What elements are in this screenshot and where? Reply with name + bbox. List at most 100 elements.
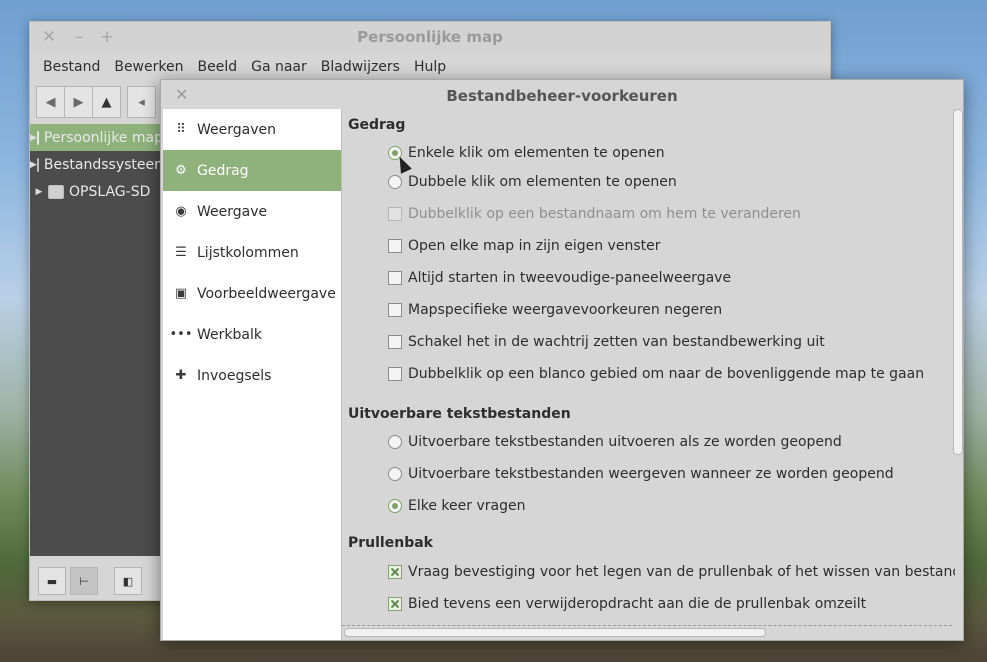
path-left-button[interactable]: ◂ <box>127 86 156 118</box>
option-label: Uitvoerbare tekstbestanden uitvoeren als… <box>408 434 842 450</box>
sidebar-item-sd[interactable]: ▶ OPSLAG-SD <box>30 178 162 205</box>
option-label: Vraag bevestiging voor het legen van de … <box>408 564 955 580</box>
nav-weergave[interactable]: ◉ Weergave <box>163 191 341 232</box>
option-label: Open elke map in zijn eigen venster <box>408 238 661 254</box>
grid-icon: ⠿ <box>176 122 186 137</box>
option-label: Uitvoerbare tekstbestanden weergeven wan… <box>408 466 894 482</box>
sidebar-item-label: Persoonlijke map <box>43 129 162 146</box>
check-ignore-view-prefs[interactable]: Mapspecifieke weergavevoorkeuren negeren <box>388 302 722 318</box>
nav-weergaven[interactable]: ⠿ Weergaven <box>163 109 341 150</box>
arrow-left-icon: ◀ <box>45 94 56 110</box>
nav-gedrag[interactable]: ⚙ Gedrag <box>163 150 341 191</box>
sidebar-item-home[interactable]: ▶ Persoonlijke map <box>30 124 162 151</box>
nav-label: Voorbeeldweergave <box>197 285 336 302</box>
nav-label: Weergaven <box>197 121 276 138</box>
menu-ga-naar[interactable]: Ga naar <box>244 59 314 75</box>
nav-invoegsels[interactable]: ✚ Invoegsels <box>163 355 341 396</box>
sidebar-item-label: OPSLAG-SD <box>69 183 151 200</box>
menu-bestand[interactable]: Bestand <box>36 59 107 75</box>
tree-icon: ⊢ <box>79 574 89 588</box>
nav-voorbeeldweergave[interactable]: ▣ Voorbeeldweergave <box>163 273 341 314</box>
nav-label: Weergave <box>197 203 268 220</box>
arrow-up-icon: ▲ <box>101 94 112 110</box>
expander-icon[interactable]: ▶ <box>30 187 48 197</box>
scroll-thumb[interactable] <box>344 628 766 637</box>
menu-bewerken[interactable]: Bewerken <box>107 59 190 75</box>
forward-button[interactable]: ▶ <box>65 86 93 118</box>
fm-bottom-bar: ▬ ⊢ ◧ <box>30 562 170 600</box>
menu-beeld[interactable]: Beeld <box>190 59 244 75</box>
option-label: Enkele klik om elementen te openen <box>408 145 665 161</box>
up-button[interactable]: ▲ <box>93 86 121 118</box>
check-confirm-empty-trash[interactable]: Vraag bevestiging voor het legen van de … <box>388 564 955 580</box>
radio-button[interactable] <box>388 499 402 513</box>
window-title: Persoonlijke map <box>357 28 503 46</box>
hide-sidebar-button[interactable]: ◧ <box>114 567 142 595</box>
expander-icon[interactable]: ▶ <box>30 133 37 143</box>
preferences-dialog: ✕ Bestandbeheer-voorkeuren ⠿ Weergaven ⚙… <box>160 79 964 641</box>
sd-card-icon <box>48 184 64 199</box>
section-title-prullenbak: Prullenbak <box>348 535 433 551</box>
checkbox[interactable] <box>388 239 402 253</box>
section-title-uitvoerbaar: Uitvoerbare tekstbestanden <box>348 406 571 422</box>
radio-ask-each-time[interactable]: Elke keer vragen <box>388 498 525 514</box>
fm-toolbar: ◀ ▶ ▲ ◂ <box>36 86 156 118</box>
check-dual-pane[interactable]: Altijd starten in tweevoudige-paneelweer… <box>388 270 731 286</box>
preferences-nav: ⠿ Weergaven ⚙ Gedrag ◉ Weergave ☰ Lijstk… <box>163 109 341 640</box>
checkbox[interactable] <box>388 565 402 579</box>
home-folder-icon <box>36 130 39 145</box>
radio-run-executables[interactable]: Uitvoerbare tekstbestanden uitvoeren als… <box>388 434 842 450</box>
option-label: Bied tevens een verwijderopdracht aan di… <box>408 596 867 612</box>
nav-werkbalk[interactable]: ••• Werkbalk <box>163 314 341 355</box>
checkbox[interactable] <box>388 271 402 285</box>
check-bypass-trash[interactable]: Bied tevens een verwijderopdracht aan di… <box>388 596 866 612</box>
arrow-right-icon: ▶ <box>73 94 84 110</box>
image-icon: ▣ <box>174 286 188 301</box>
radio-view-executables[interactable]: Uitvoerbare tekstbestanden weergeven wan… <box>388 466 894 482</box>
vertical-scrollbar[interactable] <box>952 109 963 624</box>
section-title-gedrag: Gedrag <box>348 117 406 133</box>
option-label: Altijd starten in tweevoudige-paneelweer… <box>408 270 732 286</box>
option-label: Elke keer vragen <box>408 498 526 514</box>
option-label: Mapspecifieke weergavevoorkeuren negeren <box>408 302 723 318</box>
fm-titlebar: ✕ – + Persoonlijke map <box>30 22 830 54</box>
checkbox[interactable] <box>388 335 402 349</box>
nav-label: Lijstkolommen <box>197 244 299 261</box>
back-button[interactable]: ◀ <box>36 86 65 118</box>
radio-button[interactable] <box>388 435 402 449</box>
menu-hulp[interactable]: Hulp <box>407 59 453 75</box>
scroll-thumb[interactable] <box>953 109 963 455</box>
chevron-left-icon: ◂ <box>138 94 145 110</box>
places-button[interactable]: ▬ <box>38 567 66 595</box>
check-disable-queue[interactable]: Schakel het in de wachtrij zetten van be… <box>388 334 825 350</box>
eye-icon: ◉ <box>175 204 187 219</box>
list-icon: ☰ <box>175 245 187 260</box>
check-own-window[interactable]: Open elke map in zijn eigen venster <box>388 238 661 254</box>
option-label: Dubbele klik om elementen te openen <box>408 174 677 190</box>
dots-icon: ••• <box>169 327 193 342</box>
puzzle-icon: ✚ <box>175 368 187 383</box>
nav-label: Invoegsels <box>197 367 272 384</box>
drive-icon <box>36 157 39 172</box>
checkbox[interactable] <box>388 367 402 381</box>
expander-icon[interactable]: ▶ <box>30 160 37 170</box>
folder-icon: ▬ <box>46 574 58 588</box>
sidebar-item-label: Bestandssysteem <box>43 156 162 173</box>
check-blank-dblclick-up[interactable]: Dubbelklik op een blanco gebied om naar … <box>388 366 924 382</box>
sidebar-item-filesystem[interactable]: ▶ Bestandssysteem <box>30 151 162 178</box>
tree-button[interactable]: ⊢ <box>70 567 98 595</box>
dialog-titlebar: ✕ Bestandbeheer-voorkeuren <box>161 80 963 110</box>
radio-button[interactable] <box>388 467 402 481</box>
nav-lijstkolommen[interactable]: ☰ Lijstkolommen <box>163 232 341 273</box>
menu-bladwijzers[interactable]: Bladwijzers <box>314 59 407 75</box>
checkbox[interactable] <box>388 597 402 611</box>
nav-label: Gedrag <box>197 162 249 179</box>
radio-button[interactable] <box>388 175 402 189</box>
preferences-content: Gedrag Enkele klik om elementen te opene… <box>342 109 955 624</box>
checkbox[interactable] <box>388 303 402 317</box>
sidebar-toggle-icon: ◧ <box>122 574 134 588</box>
option-label: Schakel het in de wachtrij zetten van be… <box>408 334 825 350</box>
radio-enkele-klik[interactable]: Enkele klik om elementen te openen <box>388 145 665 161</box>
radio-dubbele-klik[interactable]: Dubbele klik om elementen te openen <box>388 174 677 190</box>
horizontal-scrollbar[interactable] <box>342 625 952 639</box>
